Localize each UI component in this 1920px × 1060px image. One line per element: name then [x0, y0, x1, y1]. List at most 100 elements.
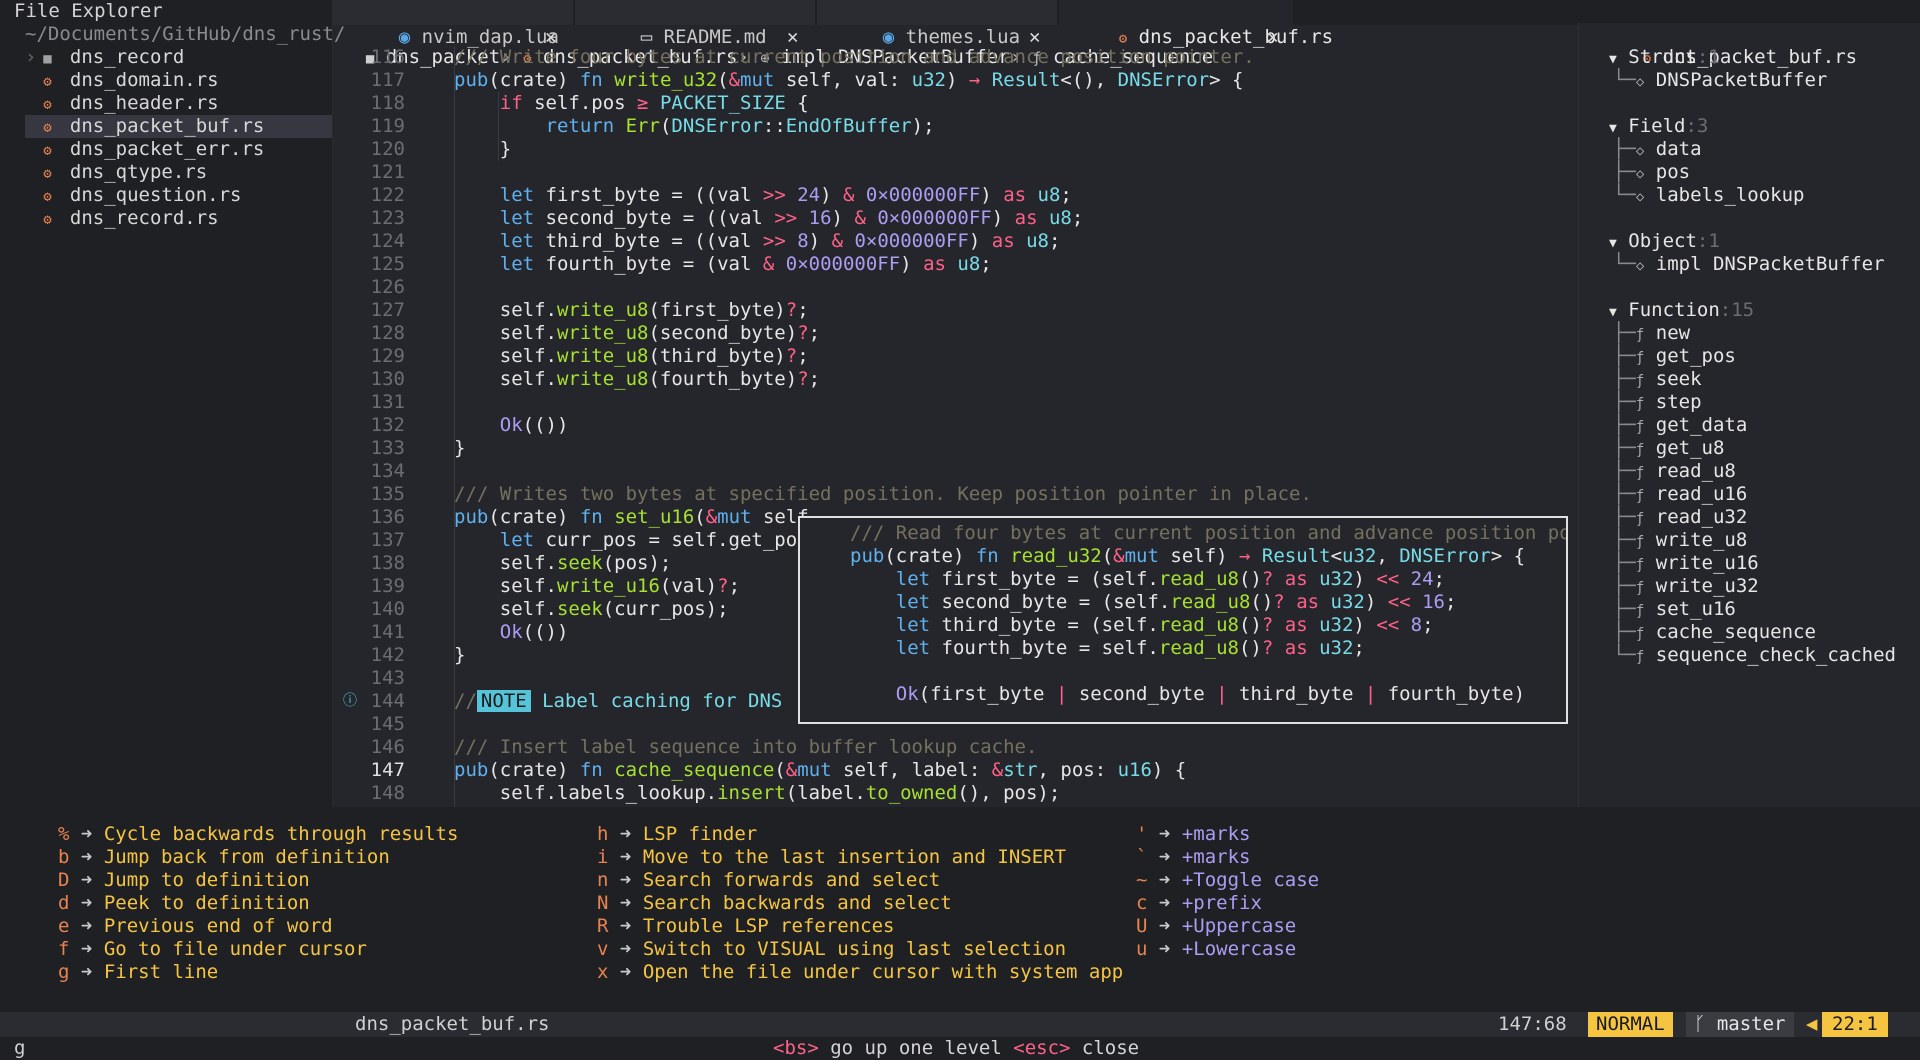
code-line[interactable]: } [454, 138, 511, 161]
line-number: 147 [370, 759, 405, 781]
command-line[interactable]: g <bs> go up one level <esc> close [0, 1037, 1920, 1060]
outline-group[interactable]: ▼ Object:1 [1609, 230, 1720, 253]
outline-symbol[interactable]: ├─ƒ set_u16 [1613, 598, 1736, 621]
tree-file[interactable]: ⚙ dns_packet_buf.rs [25, 115, 332, 138]
group-count: :1 [1696, 46, 1720, 68]
code-line[interactable]: self.seek(pos); [454, 552, 672, 575]
outline-symbol[interactable]: └─◇ DNSPacketBuffer [1613, 69, 1827, 92]
code-line[interactable]: Ok(()) [454, 621, 569, 644]
breadcrumb: ■ dns_packet› ⚙ dns_packet_buf.rs› ⊕ imp… [333, 23, 1578, 68]
which-key-mapping[interactable]: x ➜ Open the file under cursor with syst… [597, 961, 1123, 984]
which-key-mapping[interactable]: d ➜ Peek to definition [58, 892, 310, 915]
which-key-mapping[interactable]: g ➜ First line [58, 961, 218, 984]
chevron-down-icon: ▼ [1609, 121, 1617, 136]
outline-symbol[interactable]: ├─◇ data [1613, 138, 1702, 161]
outline-symbol[interactable]: ├─ƒ get_pos [1613, 345, 1736, 368]
code-line[interactable]: self.seek(curr_pos); [454, 598, 729, 621]
which-key-mapping[interactable]: ~ ➜ +Toggle case [1136, 869, 1319, 892]
line-number: 133 [370, 437, 405, 459]
tree-file[interactable]: ⚙ dns_domain.rs [25, 69, 332, 92]
outline-symbol[interactable]: └─◇ labels_lookup [1613, 184, 1805, 207]
tab-nvim-dap[interactable]: ◉ nvim_dap.lua ✕ [333, 0, 573, 48]
code-line[interactable]: pub(crate) fn write_u32(&mut self, val: … [454, 69, 1243, 92]
outline-symbol[interactable]: ├─ƒ read_u32 [1613, 506, 1747, 529]
outline-symbol[interactable]: ├─ƒ write_u32 [1613, 575, 1759, 598]
code-line[interactable]: /// Write four bytes at current position… [454, 46, 1255, 69]
mapping-key: R [597, 915, 609, 937]
which-key-mapping[interactable]: % ➜ Cycle backwards through results [58, 823, 458, 846]
code-line[interactable]: let second_byte = ((val >> 16) & 0×00000… [454, 207, 1084, 230]
outline-symbol[interactable]: ├─ƒ read_u8 [1613, 460, 1736, 483]
tree-folder[interactable]: › ■ dns_record [25, 46, 332, 69]
which-key-mapping[interactable]: R ➜ Trouble LSP references [597, 915, 894, 938]
tree-file[interactable]: ⚙ dns_qtype.rs [25, 161, 332, 184]
code-line[interactable]: let first_byte = ((val >> 24) & 0×000000… [454, 184, 1072, 207]
hint-key: <esc> [1013, 1037, 1071, 1059]
outline-symbol[interactable]: ├─ƒ get_u8 [1613, 437, 1724, 460]
code-line[interactable]: return Err(DNSError::EndOfBuffer); [454, 115, 935, 138]
outline-symbol[interactable]: ├─ƒ write_u8 [1613, 529, 1747, 552]
which-key-mapping[interactable]: b ➜ Jump back from definition [58, 846, 390, 869]
which-key-mapping[interactable]: h ➜ LSP finder [597, 823, 757, 846]
code-line[interactable]: self.write_u8(fourth_byte)?; [454, 368, 820, 391]
code-line[interactable]: let fourth_byte = (val & 0×000000FF) as … [454, 253, 992, 276]
outline-symbol[interactable]: ├─ƒ write_u16 [1613, 552, 1759, 575]
which-key-mapping[interactable]: n ➜ Search forwards and select [597, 869, 940, 892]
code-line[interactable]: self.write_u8(third_byte)?; [454, 345, 809, 368]
symbol-icon: ◇ [1635, 74, 1645, 90]
mapping-desc: Search backwards and select [642, 892, 952, 914]
outline-symbol[interactable]: ├─ƒ cache_sequence [1613, 621, 1816, 644]
tab-themes[interactable]: ◉ themes.lua ✕ [817, 0, 1057, 48]
outline-symbol[interactable]: └─◇ impl DNSPacketBuffer [1613, 253, 1885, 276]
tab-dns-packet-buf[interactable]: ⚙ dns_packet_buf.rs ✕ [1059, 0, 1333, 48]
outline-group[interactable]: ▼ Function:15 [1609, 299, 1754, 322]
folder-icon: ■ [43, 51, 52, 67]
tab-readme[interactable]: ▭ README.md ✕ [575, 0, 815, 48]
which-key-mapping[interactable]: N ➜ Search backwards and select [597, 892, 952, 915]
which-key-mapping[interactable]: f ➜ Go to file under cursor [58, 938, 367, 961]
code-line[interactable]: /// Insert label sequence into buffer lo… [454, 736, 1037, 759]
code-line[interactable]: self.write_u8(second_byte)?; [454, 322, 820, 345]
outline-symbol[interactable]: ├─◇ pos [1613, 161, 1690, 184]
tree-branch: ├─ [1613, 138, 1636, 160]
code-line[interactable]: let curr_pos = self.get_pos [454, 529, 809, 552]
code-line[interactable]: let third_byte = ((val >> 8) & 0×000000F… [454, 230, 1061, 253]
code-line[interactable]: pub(crate) fn set_u16(&mut self [454, 506, 809, 529]
tree-file[interactable]: ⚙ dns_header.rs [25, 92, 332, 115]
which-key-mapping[interactable]: u ➜ +Lowercase [1136, 938, 1296, 961]
tree-file[interactable]: ⚙ dns_record.rs [25, 207, 332, 230]
code-line[interactable]: } [454, 644, 465, 667]
outline-symbol[interactable]: ├─ƒ new [1613, 322, 1690, 345]
which-key-mapping[interactable]: U ➜ +Uppercase [1136, 915, 1296, 938]
which-key-mapping[interactable]: e ➜ Previous end of word [58, 915, 333, 938]
symbol-label: DNSPacketBuffer [1655, 69, 1828, 91]
code-line[interactable]: Ok(()) [454, 414, 569, 437]
mapping-key: v [597, 938, 609, 960]
code-line[interactable]: //NOTE Label caching for DNS [454, 690, 782, 713]
outline-group[interactable]: ▼ Field:3 [1609, 115, 1708, 138]
outline-symbol[interactable]: ├─ƒ step [1613, 391, 1702, 414]
which-key-mapping[interactable]: v ➜ Switch to VISUAL using last selectio… [597, 938, 1066, 961]
which-key-mapping[interactable]: i ➜ Move to the last insertion and INSER… [597, 846, 1066, 869]
outline-symbol[interactable]: ├─ƒ get_data [1613, 414, 1747, 437]
chevron-right-icon: › [25, 46, 37, 68]
code-line[interactable]: self.labels_lookup.insert(label.to_owned… [454, 782, 1061, 805]
tree-file[interactable]: ⚙ dns_packet_err.rs [25, 138, 332, 161]
code-line[interactable]: self.write_u16(val)?; [454, 575, 740, 598]
code-line[interactable]: if self.pos ≥ PACKET_SIZE { [454, 92, 809, 115]
symbol-label: read_u32 [1655, 506, 1748, 528]
outline-symbol[interactable]: └─ƒ sequence_check_cached [1613, 644, 1896, 667]
which-key-mapping[interactable]: c ➜ +prefix [1136, 892, 1262, 915]
outline-symbol[interactable]: ├─ƒ seek [1613, 368, 1702, 391]
which-key-mapping[interactable]: ` ➜ +marks [1136, 846, 1250, 869]
code-line[interactable]: self.write_u8(first_byte)?; [454, 299, 809, 322]
line-number: 128 [370, 322, 405, 344]
which-key-mapping[interactable]: ' ➜ +marks [1136, 823, 1250, 846]
tree-file[interactable]: ⚙ dns_question.rs [25, 184, 332, 207]
code-line[interactable]: /// Writes two bytes at specified positi… [454, 483, 1312, 506]
outline-group[interactable]: ▼ Struct:1 [1609, 46, 1720, 69]
code-line[interactable]: } [454, 437, 465, 460]
code-line[interactable]: pub(crate) fn cache_sequence(&mut self, … [454, 759, 1186, 782]
outline-symbol[interactable]: ├─ƒ read_u16 [1613, 483, 1747, 506]
which-key-mapping[interactable]: D ➜ Jump to definition [58, 869, 310, 892]
